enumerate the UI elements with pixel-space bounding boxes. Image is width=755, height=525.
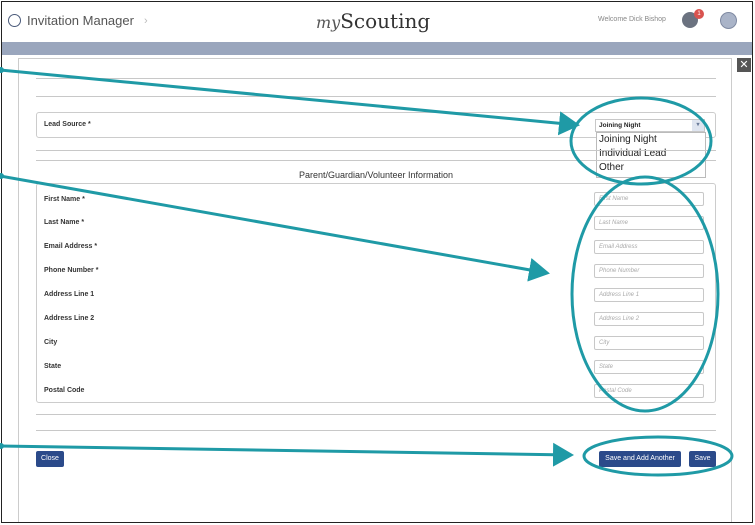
divider: [36, 78, 716, 79]
first-name-field[interactable]: First Name: [594, 192, 704, 206]
postal-code-field[interactable]: Postal Code: [594, 384, 704, 398]
header-band: [2, 42, 752, 55]
lead-source-value: Joining Night: [599, 122, 641, 129]
state-field[interactable]: State: [594, 360, 704, 374]
section-title: Parent/Guardian/Volunteer Information: [298, 170, 454, 180]
chevron-down-icon[interactable]: ▾: [692, 120, 704, 131]
divider: [36, 160, 716, 161]
divider: [36, 150, 716, 151]
address1-field[interactable]: Address Line 1: [594, 288, 704, 302]
last-name-field[interactable]: Last Name: [594, 216, 704, 230]
lead-source-select[interactable]: Joining Night ▾: [595, 119, 705, 132]
chevron-right-icon: ›: [143, 14, 148, 27]
divider: [36, 414, 716, 415]
app-name: Invitation Manager: [27, 13, 134, 28]
brand-logo: myScouting: [316, 9, 431, 33]
save-button[interactable]: Save: [689, 451, 716, 467]
avatar[interactable]: [720, 12, 737, 29]
address2-field[interactable]: Address Line 2: [594, 312, 704, 326]
notification-badge: 1: [694, 9, 704, 19]
dropdown-option[interactable]: Joining Night: [597, 133, 705, 147]
app-switcher[interactable]: Invitation Manager ›: [8, 13, 148, 28]
divider: [36, 430, 716, 431]
phone-field[interactable]: Phone Number: [594, 264, 704, 278]
save-add-another-button[interactable]: Save and Add Another: [599, 451, 681, 467]
close-icon[interactable]: ✕: [737, 58, 751, 72]
welcome-text: Welcome Dick Bishop: [598, 16, 666, 23]
email-field[interactable]: Email Address: [594, 240, 704, 254]
divider: [36, 96, 716, 97]
city-field[interactable]: City: [594, 336, 704, 350]
app-icon: [8, 14, 21, 27]
close-button[interactable]: Close: [36, 451, 64, 467]
